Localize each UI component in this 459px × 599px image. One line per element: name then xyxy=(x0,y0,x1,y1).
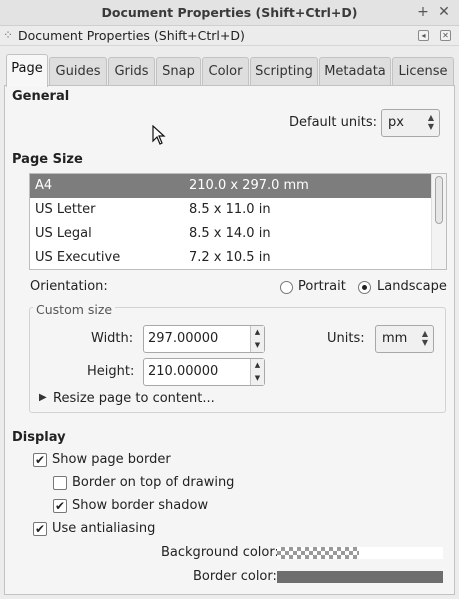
tab-page[interactable]: Page xyxy=(6,54,48,87)
height-value: 210.00000 xyxy=(148,364,219,379)
units-value: mm xyxy=(382,331,408,346)
mouse-cursor-icon xyxy=(152,125,166,145)
default-units-select[interactable]: px ▲ ▼ xyxy=(381,109,440,137)
close-icon[interactable]: ✕ xyxy=(435,3,453,21)
landscape-radio[interactable] xyxy=(358,281,371,294)
grip-icon[interactable]: ⁘ xyxy=(3,28,13,42)
width-spinbox[interactable]: 297.00000 ▲ ▼ xyxy=(143,325,265,353)
tab-guides[interactable]: Guides xyxy=(49,57,107,86)
dock-close-icon[interactable]: ✕ xyxy=(440,30,451,41)
show-page-border-checkbox[interactable]: ✔ xyxy=(33,453,47,467)
dock-title: Document Properties (Shift+Ctrl+D) xyxy=(18,28,245,43)
list-item-size: 8.5 x 11.0 in xyxy=(189,202,271,217)
show-border-shadow-checkbox[interactable]: ✔ xyxy=(53,499,67,513)
list-item[interactable]: A4 210.0 x 297.0 mm xyxy=(30,174,431,198)
list-item-name: US Letter xyxy=(35,202,96,217)
list-scrollbar-thumb[interactable] xyxy=(435,176,443,224)
window-titlebar[interactable]: Document Properties (Shift+Ctrl+D) + ✕ xyxy=(0,0,459,26)
use-antialiasing-checkbox[interactable]: ✔ xyxy=(33,522,47,536)
border-color-swatch[interactable] xyxy=(277,571,443,583)
border-on-top-checkbox[interactable] xyxy=(53,476,67,490)
landscape-label[interactable]: Landscape xyxy=(377,279,447,294)
spin-arrows-icon: ▲ ▼ xyxy=(427,113,434,131)
tab-scripting[interactable]: Scripting xyxy=(250,57,318,86)
page-size-list[interactable]: A4 210.0 x 297.0 mm US Letter 8.5 x 11.0… xyxy=(29,173,447,270)
background-color-swatch-opaque[interactable] xyxy=(359,547,443,559)
units-select[interactable]: mm ▲ ▼ xyxy=(375,325,434,353)
default-units-value: px xyxy=(388,115,404,130)
background-color-label: Background color: xyxy=(161,545,279,560)
border-color-label: Border color: xyxy=(193,569,277,584)
width-label: Width: xyxy=(91,331,134,346)
general-heading: General xyxy=(12,89,70,104)
spin-down-icon[interactable]: ▼ xyxy=(251,339,264,352)
list-scrollbar[interactable] xyxy=(431,174,446,269)
list-item[interactable]: US Legal 8.5 x 14.0 in xyxy=(30,222,431,246)
background-color-swatch[interactable] xyxy=(277,547,359,559)
default-units-label: Default units: xyxy=(289,115,377,130)
tab-metadata[interactable]: Metadata xyxy=(319,57,391,86)
page-tab-panel: General Default units: px ▲ ▼ Page Size A… xyxy=(4,85,455,595)
list-item-name: US Legal xyxy=(35,226,92,241)
height-spinbox[interactable]: 210.00000 ▲ ▼ xyxy=(143,358,265,386)
units-label: Units: xyxy=(327,331,365,346)
spin-up-icon[interactable]: ▲ xyxy=(251,326,264,339)
list-item-name: US Executive xyxy=(35,250,121,265)
portrait-radio[interactable] xyxy=(280,281,293,294)
show-border-shadow-label[interactable]: Show border shadow xyxy=(72,498,208,513)
page-size-heading: Page Size xyxy=(12,152,83,167)
height-stepper[interactable]: ▲ ▼ xyxy=(250,359,264,385)
list-item-name: A4 xyxy=(35,178,53,193)
spin-up-icon[interactable]: ▲ xyxy=(251,359,264,372)
orientation-label: Orientation: xyxy=(30,279,108,294)
window-title: Document Properties (Shift+Ctrl+D) xyxy=(101,5,358,20)
list-item-size: 210.0 x 297.0 mm xyxy=(189,178,309,193)
display-heading: Display xyxy=(12,430,66,445)
list-item[interactable]: US Executive 7.2 x 10.5 in xyxy=(30,246,431,269)
tab-snap[interactable]: Snap xyxy=(156,57,201,86)
expander-icon[interactable]: ▶ xyxy=(39,392,47,403)
spin-down-icon[interactable]: ▼ xyxy=(251,372,264,385)
custom-size-legend: Custom size xyxy=(33,302,116,317)
use-antialiasing-label[interactable]: Use antialiasing xyxy=(52,521,155,536)
tab-bar: Page Guides Grids Snap Color Scripting M… xyxy=(6,54,454,87)
spin-arrows-icon: ▲ ▼ xyxy=(421,329,428,347)
border-on-top-label[interactable]: Border on top of drawing xyxy=(72,475,234,490)
resize-page-to-content[interactable]: Resize page to content... xyxy=(53,391,215,406)
add-icon[interactable]: + xyxy=(414,3,432,21)
list-item[interactable]: US Letter 8.5 x 11.0 in xyxy=(30,198,431,222)
list-item-size: 7.2 x 10.5 in xyxy=(189,250,271,265)
iconify-icon[interactable]: ◂ xyxy=(418,30,429,41)
portrait-label[interactable]: Portrait xyxy=(298,279,346,294)
width-value: 297.00000 xyxy=(148,331,219,346)
dock-header: ⁘ Document Properties (Shift+Ctrl+D) ◂ ✕ xyxy=(0,26,459,46)
tab-grids[interactable]: Grids xyxy=(108,57,155,86)
tab-color[interactable]: Color xyxy=(202,57,249,86)
width-stepper[interactable]: ▲ ▼ xyxy=(250,326,264,352)
height-label: Height: xyxy=(87,364,135,379)
show-page-border-label[interactable]: Show page border xyxy=(52,452,171,467)
list-item-size: 8.5 x 14.0 in xyxy=(189,226,271,241)
tab-license[interactable]: License xyxy=(392,57,454,86)
